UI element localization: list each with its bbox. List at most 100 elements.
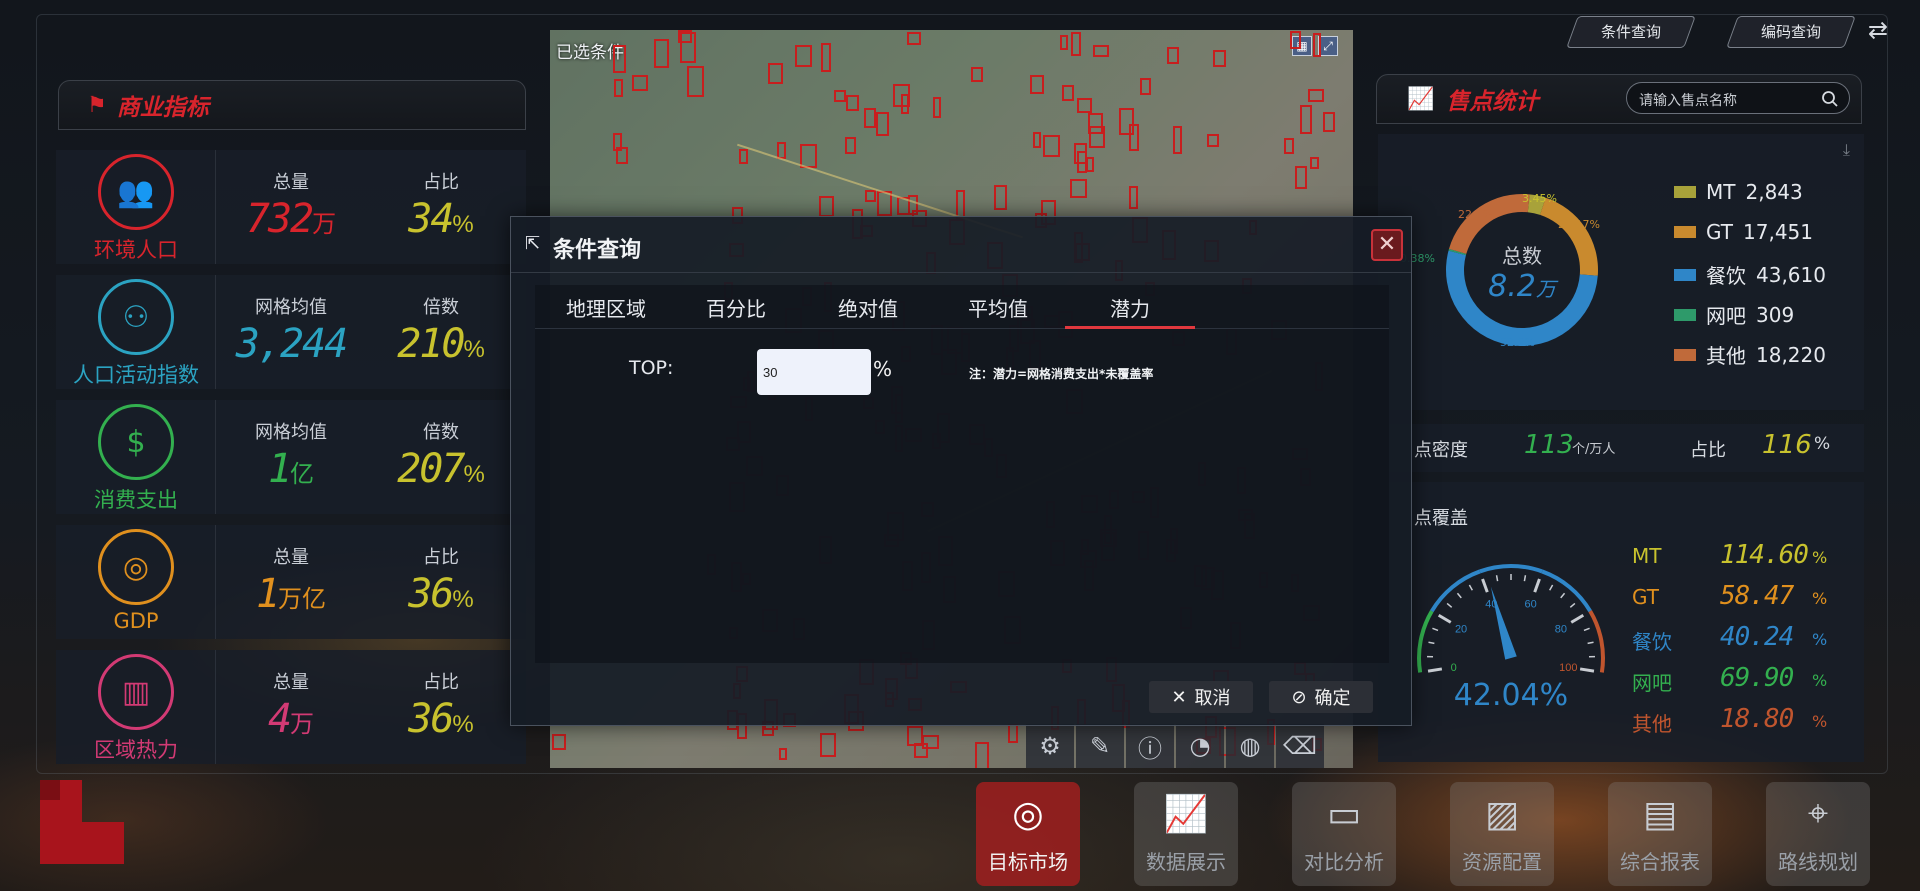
indicator-row[interactable]: ◎ GDP 总量 1万亿 占比 36% bbox=[56, 525, 526, 639]
map-grid-cell[interactable] bbox=[795, 45, 812, 67]
map-grid-cell[interactable] bbox=[1008, 724, 1018, 743]
close-icon[interactable]: ✕ bbox=[1371, 229, 1403, 261]
indicator-row[interactable]: ⚇ 人口活动指数 网格均值 3,244 倍数 210% bbox=[56, 275, 526, 389]
indicator-row[interactable]: $ 消费支出 网格均值 1亿 倍数 207% bbox=[56, 400, 526, 514]
map-grid-cell[interactable] bbox=[739, 149, 748, 164]
map-grid-cell[interactable] bbox=[1284, 138, 1294, 154]
confirm-button[interactable]: ⊘ 确定 bbox=[1269, 681, 1373, 713]
map-grid-cell[interactable] bbox=[1290, 31, 1301, 49]
map-grid-cell[interactable] bbox=[613, 45, 626, 73]
coverage-value: 69.90 bbox=[1720, 663, 1794, 693]
map-grid-cell[interactable] bbox=[865, 190, 876, 202]
cancel-button[interactable]: ✕ 取消 bbox=[1149, 681, 1253, 713]
nav-button[interactable]: ▨ 资源配置 bbox=[1450, 782, 1554, 886]
nav-button[interactable]: ▤ 综合报表 bbox=[1608, 782, 1712, 886]
map-grid-cell[interactable] bbox=[1308, 89, 1324, 102]
map-grid-cell[interactable] bbox=[680, 32, 696, 63]
dialog-tab[interactable]: 潜力 bbox=[1065, 293, 1195, 329]
map-grid-cell[interactable] bbox=[1213, 50, 1226, 67]
map-grid-cell[interactable] bbox=[933, 97, 941, 118]
map-grid-cell[interactable] bbox=[654, 39, 669, 68]
map-expand-icon[interactable]: ⤢ bbox=[1318, 36, 1338, 56]
dialog-tab[interactable]: 绝对值 bbox=[803, 293, 933, 329]
map-grid-cell[interactable] bbox=[1093, 45, 1109, 57]
map-grid-cell[interactable] bbox=[613, 133, 622, 151]
map-grid-cell[interactable] bbox=[1033, 132, 1041, 148]
map-grid-cell[interactable] bbox=[1313, 33, 1321, 57]
map-grid-cell[interactable] bbox=[834, 90, 846, 102]
map-grid-cell[interactable] bbox=[1173, 126, 1182, 154]
indicator-row[interactable]: 👥 环境人口 总量 732万 占比 34% bbox=[56, 150, 526, 264]
search-input[interactable]: 请输入售点名称 bbox=[1639, 90, 1737, 110]
nav-button[interactable]: ▭ 对比分析 bbox=[1292, 782, 1396, 886]
nav-button[interactable]: ◎ 目标市场 bbox=[976, 782, 1080, 886]
map-toolbar: ⚙ ✎ ⓘ ◔ ◍ ⌫ bbox=[1026, 724, 1324, 768]
map-grid-cell[interactable] bbox=[1062, 85, 1074, 101]
coverage-row: 餐饮 40.24% bbox=[1632, 622, 1842, 656]
map-grid-cell[interactable] bbox=[1077, 98, 1092, 113]
legend-item[interactable]: 餐饮 43,610 bbox=[1674, 260, 1826, 289]
map-grid-cell[interactable] bbox=[1129, 186, 1138, 209]
map-grid-cell[interactable] bbox=[552, 734, 566, 750]
map-grid-cell[interactable] bbox=[779, 748, 787, 760]
map-grid-cell[interactable] bbox=[821, 43, 831, 72]
map-grid-cell[interactable] bbox=[1088, 113, 1103, 134]
map-grid-cell[interactable] bbox=[908, 195, 918, 215]
legend-item[interactable]: 网吧 309 bbox=[1674, 300, 1794, 329]
sales-point-search[interactable]: 请输入售点名称 bbox=[1626, 82, 1850, 114]
indicator-row[interactable]: ▥ 区域热力 总量 4万 占比 36% bbox=[56, 650, 526, 764]
map-grid-cell[interactable] bbox=[971, 67, 983, 82]
legend-item[interactable]: GT 17,451 bbox=[1674, 220, 1813, 244]
dialog-tab[interactable]: 百分比 bbox=[671, 293, 801, 329]
map-grid-cell[interactable] bbox=[1300, 105, 1312, 134]
map-grid-cell[interactable] bbox=[1071, 32, 1081, 56]
draw-line-icon[interactable]: ✎ bbox=[1076, 724, 1124, 768]
measure-circle-icon[interactable]: ◔ bbox=[1176, 724, 1224, 768]
eraser-icon[interactable]: ⌫ bbox=[1276, 724, 1324, 768]
map-grid-cell[interactable] bbox=[994, 185, 1007, 210]
map-grid-cell[interactable] bbox=[893, 84, 910, 107]
map-grid-cell[interactable] bbox=[1070, 179, 1087, 198]
code-query-button[interactable]: 编码查询 bbox=[1726, 16, 1856, 48]
map-grid-cell[interactable] bbox=[819, 196, 834, 217]
map-grid-cell[interactable] bbox=[1167, 47, 1179, 64]
map-grid-cell[interactable] bbox=[1043, 135, 1060, 157]
condition-query-button[interactable]: 条件查询 bbox=[1566, 16, 1696, 48]
map-grid-cell[interactable] bbox=[820, 733, 836, 757]
map-grid-cell[interactable] bbox=[1119, 108, 1134, 135]
map-grid-cell[interactable] bbox=[846, 95, 859, 111]
dialog-tab[interactable]: 地理区域 bbox=[541, 293, 671, 329]
map-grid-cell[interactable] bbox=[1207, 134, 1219, 147]
map-grid-cell[interactable] bbox=[632, 75, 648, 91]
map-grid-cell[interactable] bbox=[687, 66, 704, 97]
map-grid-cell[interactable] bbox=[768, 63, 783, 84]
map-grid-cell[interactable] bbox=[1310, 157, 1319, 169]
map-grid-cell[interactable] bbox=[1060, 35, 1068, 50]
search-icon[interactable] bbox=[1821, 90, 1839, 108]
map-grid-cell[interactable] bbox=[845, 137, 856, 154]
legend-item[interactable]: MT 2,843 bbox=[1674, 180, 1803, 204]
map-grid-cell[interactable] bbox=[1295, 166, 1307, 189]
map-grid-cell[interactable] bbox=[864, 108, 876, 128]
gauge-tick bbox=[1456, 592, 1462, 599]
nav-button[interactable]: 📈 数据展示 bbox=[1134, 782, 1238, 886]
map-grid-cell[interactable] bbox=[1086, 157, 1094, 172]
map-grid-cell[interactable] bbox=[907, 32, 921, 45]
globe-icon[interactable]: ◍ bbox=[1226, 724, 1274, 768]
download-icon[interactable]: ⤓ bbox=[1843, 140, 1850, 160]
map-grid-cell[interactable] bbox=[614, 79, 623, 97]
settings-gear-icon[interactable]: ⚙ bbox=[1026, 724, 1074, 768]
legend-item[interactable]: 其他 18,220 bbox=[1674, 340, 1826, 369]
dialog-tab[interactable]: 平均值 bbox=[933, 293, 1063, 329]
map-grid-cell[interactable] bbox=[975, 742, 989, 768]
info-icon[interactable]: ⓘ bbox=[1126, 724, 1174, 768]
map-grid-cell[interactable] bbox=[1140, 78, 1151, 95]
top-percent-input[interactable] bbox=[757, 349, 871, 395]
map-grid-cell[interactable] bbox=[1323, 112, 1335, 132]
dialog-title: 条件查询 bbox=[553, 238, 642, 263]
map-grid-cell[interactable] bbox=[1030, 75, 1044, 94]
nav-button[interactable]: ⌖ 路线规划 bbox=[1766, 782, 1870, 886]
swap-arrows-icon[interactable]: ⇄ bbox=[1868, 16, 1888, 44]
map-grid-cell[interactable] bbox=[922, 735, 939, 749]
map-grid-cell[interactable] bbox=[876, 112, 889, 136]
